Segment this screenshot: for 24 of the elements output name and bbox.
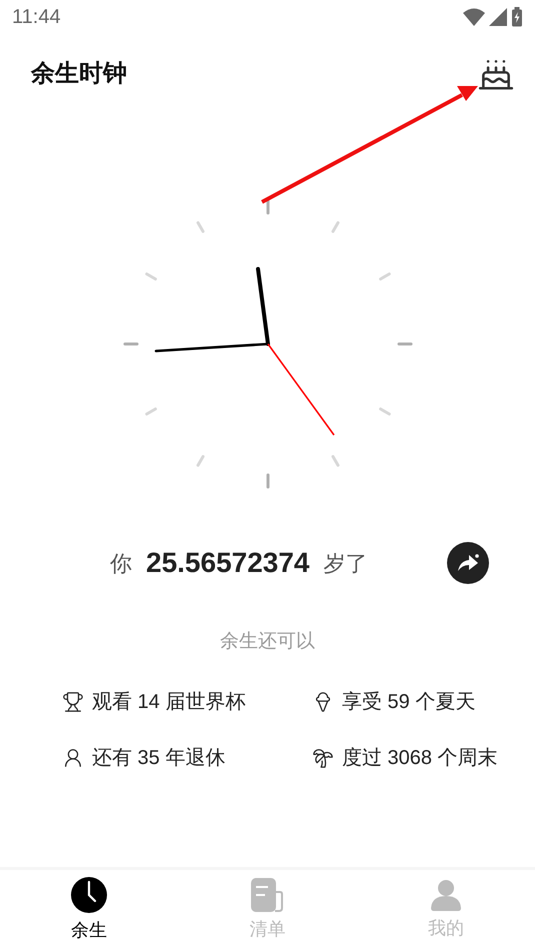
palm-tree-icon xyxy=(312,746,334,768)
document-icon xyxy=(251,878,284,912)
age-value: 25.56572374 xyxy=(146,546,310,580)
nav-tab[interactable]: 余生 xyxy=(0,870,178,951)
remaining-item-text: 度过 3068 个周末 xyxy=(342,746,498,770)
battery-icon xyxy=(511,7,523,27)
remaining-item-text: 还有 35 年退休 xyxy=(92,746,226,770)
status-time: 11:44 xyxy=(12,5,61,30)
nav-tab[interactable]: 清单 xyxy=(178,870,357,951)
remaining-item-text: 享受 59 个夏天 xyxy=(342,690,476,714)
age-suffix: 岁了 xyxy=(324,550,368,578)
share-arrow-icon xyxy=(457,554,479,572)
remaining-heading: 余生还可以 xyxy=(219,630,316,654)
trophy-icon xyxy=(62,690,84,712)
nav-tab[interactable]: 我的 xyxy=(356,870,535,951)
remaining-item-text: 观看 14 届世界杯 xyxy=(92,690,246,714)
wifi-icon xyxy=(463,8,485,26)
app-title: 余生时钟 xyxy=(31,59,127,89)
clock-icon xyxy=(71,877,108,913)
share-button[interactable] xyxy=(447,542,489,584)
person-icon xyxy=(430,879,461,911)
person-icon xyxy=(62,746,84,768)
age-prefix: 你 xyxy=(110,550,132,578)
signal-icon xyxy=(489,8,507,26)
